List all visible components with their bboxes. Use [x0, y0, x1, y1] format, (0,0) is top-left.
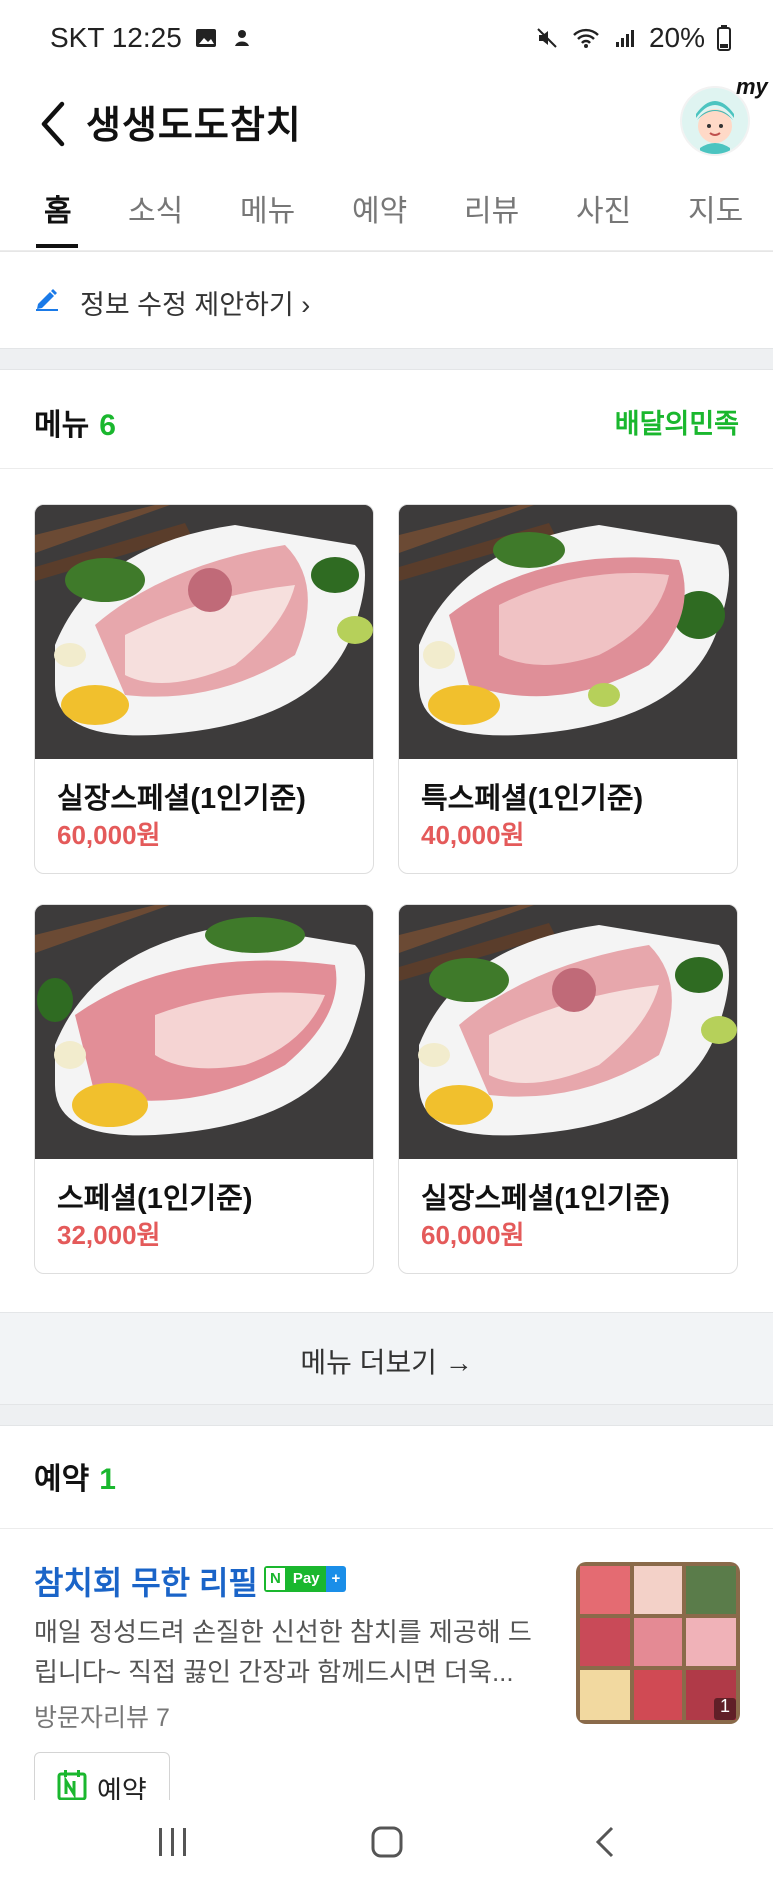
menu-name: 특스페셜(1인기준): [421, 783, 644, 815]
naver-reserve-icon: [57, 1770, 87, 1801]
battery-icon: [717, 25, 731, 51]
section-divider: [0, 1404, 773, 1426]
info-edit-label: 정보 수정 제안하기 ›: [80, 290, 311, 320]
tab-photo[interactable]: 사진: [576, 186, 631, 230]
tab-bar: 홈 소식 메뉴 예약 리뷰 사진 지도: [0, 168, 773, 252]
menu-section-title: 메뉴 6: [34, 409, 116, 442]
carrier-time: SKT 12:25: [50, 22, 182, 53]
menu-photo: [399, 905, 737, 1159]
baemin-link[interactable]: 배달의민족: [615, 402, 739, 441]
npay-plus-badge: N Pay +: [264, 1566, 347, 1592]
app-header: 생생도도참치 my: [0, 74, 773, 170]
back-nav-icon[interactable]: [590, 1824, 620, 1860]
reservation-item-title[interactable]: 참치회 무한 리필: [34, 1558, 258, 1604]
reservation-section-title: 예약 1: [34, 1463, 116, 1496]
menu-section-header: 메뉴 6 배달의민족: [0, 370, 773, 469]
gallery-icon: [195, 29, 216, 47]
info-edit-row[interactable]: 정보 수정 제안하기 ›: [0, 250, 773, 351]
photo-count: 1: [720, 1696, 731, 1716]
menu-price: 32,000원: [57, 1220, 161, 1250]
menu-price: 60,000원: [57, 820, 161, 850]
tab-map[interactable]: 지도: [688, 186, 743, 230]
menu-name: 실장스페셜(1인기준): [421, 1183, 670, 1215]
tab-menu[interactable]: 메뉴: [240, 186, 295, 230]
avatar-my-badge: my: [736, 74, 768, 99]
signal-icon: [615, 30, 634, 47]
menu-price: 40,000원: [421, 820, 525, 850]
mute-icon: [537, 28, 557, 48]
reservation-count: 1: [99, 1463, 116, 1496]
more-menu-button[interactable]: 메뉴 더보기 →: [0, 1312, 773, 1405]
home-icon[interactable]: [370, 1824, 404, 1860]
status-bar: SKT 12:25 20%: [0, 0, 773, 80]
npay-n-logo: N: [264, 1566, 287, 1592]
wifi-icon: [573, 28, 599, 48]
menu-name: 스페셜(1인기준): [57, 1183, 253, 1215]
plus-icon: +: [325, 1566, 347, 1592]
tab-review[interactable]: 리뷰: [464, 186, 519, 230]
menu-photo: [35, 905, 373, 1159]
visitor-review-count: 방문자리뷰 7: [34, 1704, 170, 1732]
recent-apps-icon[interactable]: [156, 1824, 190, 1860]
more-menu-label: 메뉴 더보기: [300, 1347, 437, 1378]
menu-card[interactable]: 특스페셜(1인기준) 40,000원: [398, 504, 738, 874]
menu-photo: [399, 505, 737, 759]
reservation-description: 매일 정성드려 손질한 신선한 참치를 제공해 드립니다~ 직접 끓인 간장과 …: [34, 1617, 532, 1687]
status-left: SKT 12:25: [50, 22, 254, 54]
tab-news[interactable]: 소식: [128, 186, 183, 230]
section-divider: [0, 348, 773, 370]
menu-name: 실장스페셜(1인기준): [57, 783, 306, 815]
npay-text: Pay: [286, 1566, 326, 1592]
reservation-thumbnail[interactable]: 1: [576, 1562, 740, 1724]
chevron-right-icon: ›: [301, 290, 311, 320]
pencil-icon: [36, 289, 58, 311]
menu-count: 6: [99, 409, 116, 442]
system-nav-bar: [0, 1800, 773, 1890]
back-arrow-icon[interactable]: [32, 94, 76, 154]
active-tab-indicator: [36, 244, 78, 248]
arrow-right-icon: →: [444, 1347, 473, 1378]
battery-percent: 20%: [648, 22, 705, 53]
sashimi-platter-photo: [576, 1562, 740, 1724]
menu-card[interactable]: 스페셜(1인기준) 32,000원: [34, 904, 374, 1274]
menu-card[interactable]: 실장스페셜(1인기준) 60,000원: [398, 904, 738, 1274]
menu-photo: [35, 505, 373, 759]
notification-app-icon: [234, 30, 249, 46]
status-right: 20%: [535, 22, 731, 54]
menu-price: 60,000원: [421, 1220, 525, 1250]
tab-home[interactable]: 홈: [44, 186, 72, 230]
page-title: 생생도도참치: [86, 105, 302, 147]
tab-reservation[interactable]: 예약: [352, 186, 407, 230]
reservation-section-header: 예약 1: [0, 1424, 773, 1529]
menu-card[interactable]: 실장스페셜(1인기준) 60,000원: [34, 504, 374, 874]
